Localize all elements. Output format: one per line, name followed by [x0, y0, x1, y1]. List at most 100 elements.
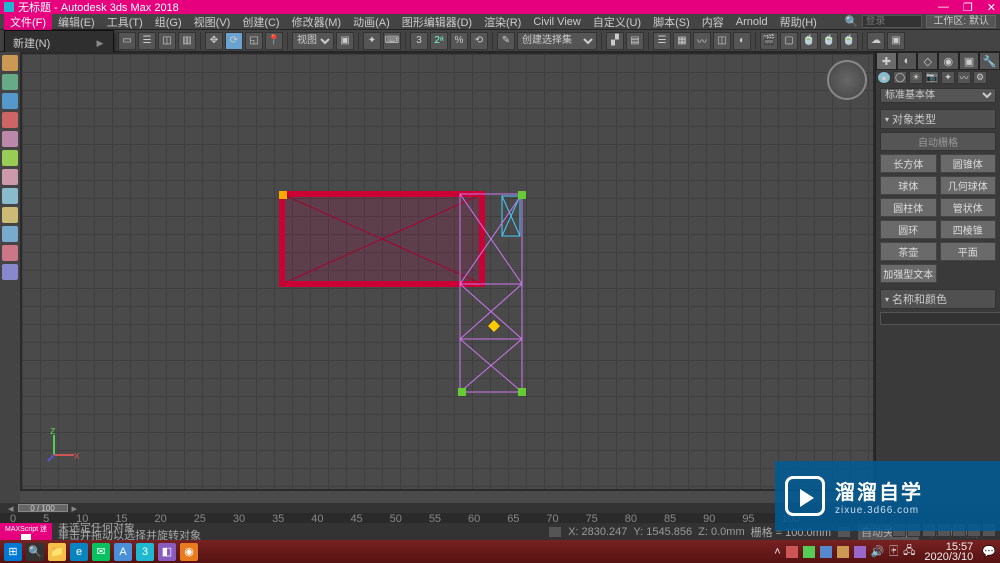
tool-icon[interactable]: [2, 264, 18, 280]
named-selection-dropdown[interactable]: 创建选择集: [517, 32, 597, 50]
volume-icon[interactable]: 🔊: [871, 545, 885, 558]
menu-item[interactable]: 新建(N)▶: [5, 33, 113, 53]
motion-tab-icon[interactable]: ◉: [938, 52, 959, 70]
menu-rendering[interactable]: 渲染(R): [478, 14, 527, 30]
rendered-frame-icon[interactable]: ▢: [780, 32, 798, 50]
snap-toggle-icon[interactable]: 3: [410, 32, 428, 50]
percent-snap-icon[interactable]: %: [450, 32, 468, 50]
menu-group[interactable]: 组(G): [149, 14, 188, 30]
tool-icon[interactable]: [2, 226, 18, 242]
render-setup-icon[interactable]: 🎬: [760, 32, 778, 50]
app-icon[interactable]: A: [114, 543, 132, 561]
autogrid-checkbox[interactable]: 自动栅格: [880, 132, 996, 151]
select-name-icon[interactable]: ☰: [138, 32, 156, 50]
tool-icon[interactable]: [2, 245, 18, 261]
create-object-button[interactable]: 圆柱体: [880, 198, 937, 217]
tool-icon[interactable]: [2, 207, 18, 223]
menu-customize[interactable]: 自定义(U): [587, 14, 647, 30]
signin-input[interactable]: [862, 15, 922, 28]
create-object-button[interactable]: 几何球体: [940, 176, 997, 195]
window-crossing-icon[interactable]: ▥: [178, 32, 196, 50]
curve-editor-icon[interactable]: 〰: [693, 32, 711, 50]
tool-icon[interactable]: [2, 74, 18, 90]
tool-icon[interactable]: [2, 55, 18, 71]
app-icon[interactable]: ◧: [158, 543, 176, 561]
menu-edit[interactable]: 编辑(E): [52, 14, 101, 30]
menu-content[interactable]: 内容: [696, 14, 730, 30]
menu-civilview[interactable]: Civil View: [527, 16, 586, 28]
create-object-button[interactable]: 圆环: [880, 220, 937, 239]
render-production-icon[interactable]: 🍵: [800, 32, 818, 50]
object-type-rollup[interactable]: ▾对象类型: [880, 109, 996, 129]
lock-selection-icon[interactable]: [548, 526, 562, 538]
create-object-button[interactable]: 长方体: [880, 154, 937, 173]
schematic-view-icon[interactable]: ◫: [713, 32, 731, 50]
modify-tab-icon[interactable]: ◐: [897, 52, 918, 70]
network-icon[interactable]: 🖧: [903, 542, 915, 561]
name-color-rollup[interactable]: ▾名称和颜色: [880, 289, 996, 309]
select-icon[interactable]: ▭: [118, 32, 136, 50]
create-object-button[interactable]: 球体: [880, 176, 937, 195]
menu-tools[interactable]: 工具(T): [101, 14, 149, 30]
workspace-label[interactable]: 工作区: 默认: [926, 15, 996, 28]
render-activeshade-icon[interactable]: 🍵: [840, 32, 858, 50]
create-object-button[interactable]: 平面: [940, 242, 997, 261]
wechat-icon[interactable]: ✉: [92, 543, 110, 561]
tool-icon[interactable]: [2, 131, 18, 147]
hierarchy-tab-icon[interactable]: ◇: [917, 52, 938, 70]
scale-icon[interactable]: ◱: [245, 32, 263, 50]
task-search-icon[interactable]: 🔍: [26, 543, 44, 561]
maximize-icon[interactable]: ❐: [963, 1, 973, 14]
ime-icon[interactable]: 🀄︎: [889, 545, 898, 558]
render-online-icon[interactable]: ☁: [867, 32, 885, 50]
category-dropdown[interactable]: 标准基本体: [880, 88, 996, 103]
create-object-button[interactable]: 四棱锥: [940, 220, 997, 239]
tray-chevron-icon[interactable]: ˄: [774, 546, 780, 558]
viewcube[interactable]: [827, 60, 867, 100]
select-region-icon[interactable]: ◫: [158, 32, 176, 50]
menu-modifiers[interactable]: 修改器(M): [286, 14, 348, 30]
helpers-subtab-icon[interactable]: ✦: [941, 71, 955, 84]
menu-scripting[interactable]: 脚本(S): [647, 14, 696, 30]
menu-help[interactable]: 帮助(H): [774, 14, 823, 30]
create-object-button[interactable]: 圆锥体: [940, 154, 997, 173]
edge-icon[interactable]: e: [70, 543, 88, 561]
keyboard-shortcut-icon[interactable]: ⌨: [383, 32, 401, 50]
tool-icon[interactable]: [2, 188, 18, 204]
ref-coord-dropdown[interactable]: 视图: [292, 32, 334, 50]
menu-create[interactable]: 创建(C): [236, 14, 285, 30]
edit-selection-set-icon[interactable]: ✎: [497, 32, 515, 50]
angle-snap-icon[interactable]: 2ᵃ: [430, 32, 448, 50]
tool-icon[interactable]: [2, 93, 18, 109]
display-tab-icon[interactable]: ▣: [959, 52, 980, 70]
menu-file[interactable]: 文件(F): [4, 14, 52, 30]
layer-explorer-icon[interactable]: ☰: [653, 32, 671, 50]
time-slider-handle[interactable]: 0 / 100: [18, 504, 68, 512]
menu-grapheditors[interactable]: 图形编辑器(D): [396, 14, 478, 30]
lights-subtab-icon[interactable]: ☀: [909, 71, 923, 84]
create-object-button[interactable]: 茶壶: [880, 242, 937, 261]
menu-arnold[interactable]: Arnold: [730, 16, 774, 28]
create-tab-icon[interactable]: ✚: [876, 52, 897, 70]
rotate-icon[interactable]: ⟳: [225, 32, 243, 50]
cameras-subtab-icon[interactable]: 📷: [925, 71, 939, 84]
notifications-icon[interactable]: 💬: [982, 545, 996, 558]
select-manipulate-icon[interactable]: ✦: [363, 32, 381, 50]
tray-icon[interactable]: [854, 546, 866, 558]
maxscript-listener[interactable]: MAXScript 迷: [0, 523, 52, 540]
shapes-subtab-icon[interactable]: ◯: [893, 71, 907, 84]
render-iterative-icon[interactable]: 🍵: [820, 32, 838, 50]
tray-icon[interactable]: [837, 546, 849, 558]
object-name-input[interactable]: [880, 312, 1000, 325]
placement-icon[interactable]: 📍: [265, 32, 283, 50]
tray-icon[interactable]: [786, 546, 798, 558]
clock[interactable]: 15:57 2020/3/10: [920, 542, 977, 562]
close-icon[interactable]: ✕: [987, 1, 996, 14]
create-object-button[interactable]: 管状体: [940, 198, 997, 217]
move-icon[interactable]: ✥: [205, 32, 223, 50]
open-a360-icon[interactable]: ▣: [887, 32, 905, 50]
search-icon[interactable]: 🔍: [845, 15, 859, 28]
app-icon[interactable]: ◉: [180, 543, 198, 561]
tool-icon[interactable]: [2, 150, 18, 166]
tool-icon[interactable]: [2, 169, 18, 185]
